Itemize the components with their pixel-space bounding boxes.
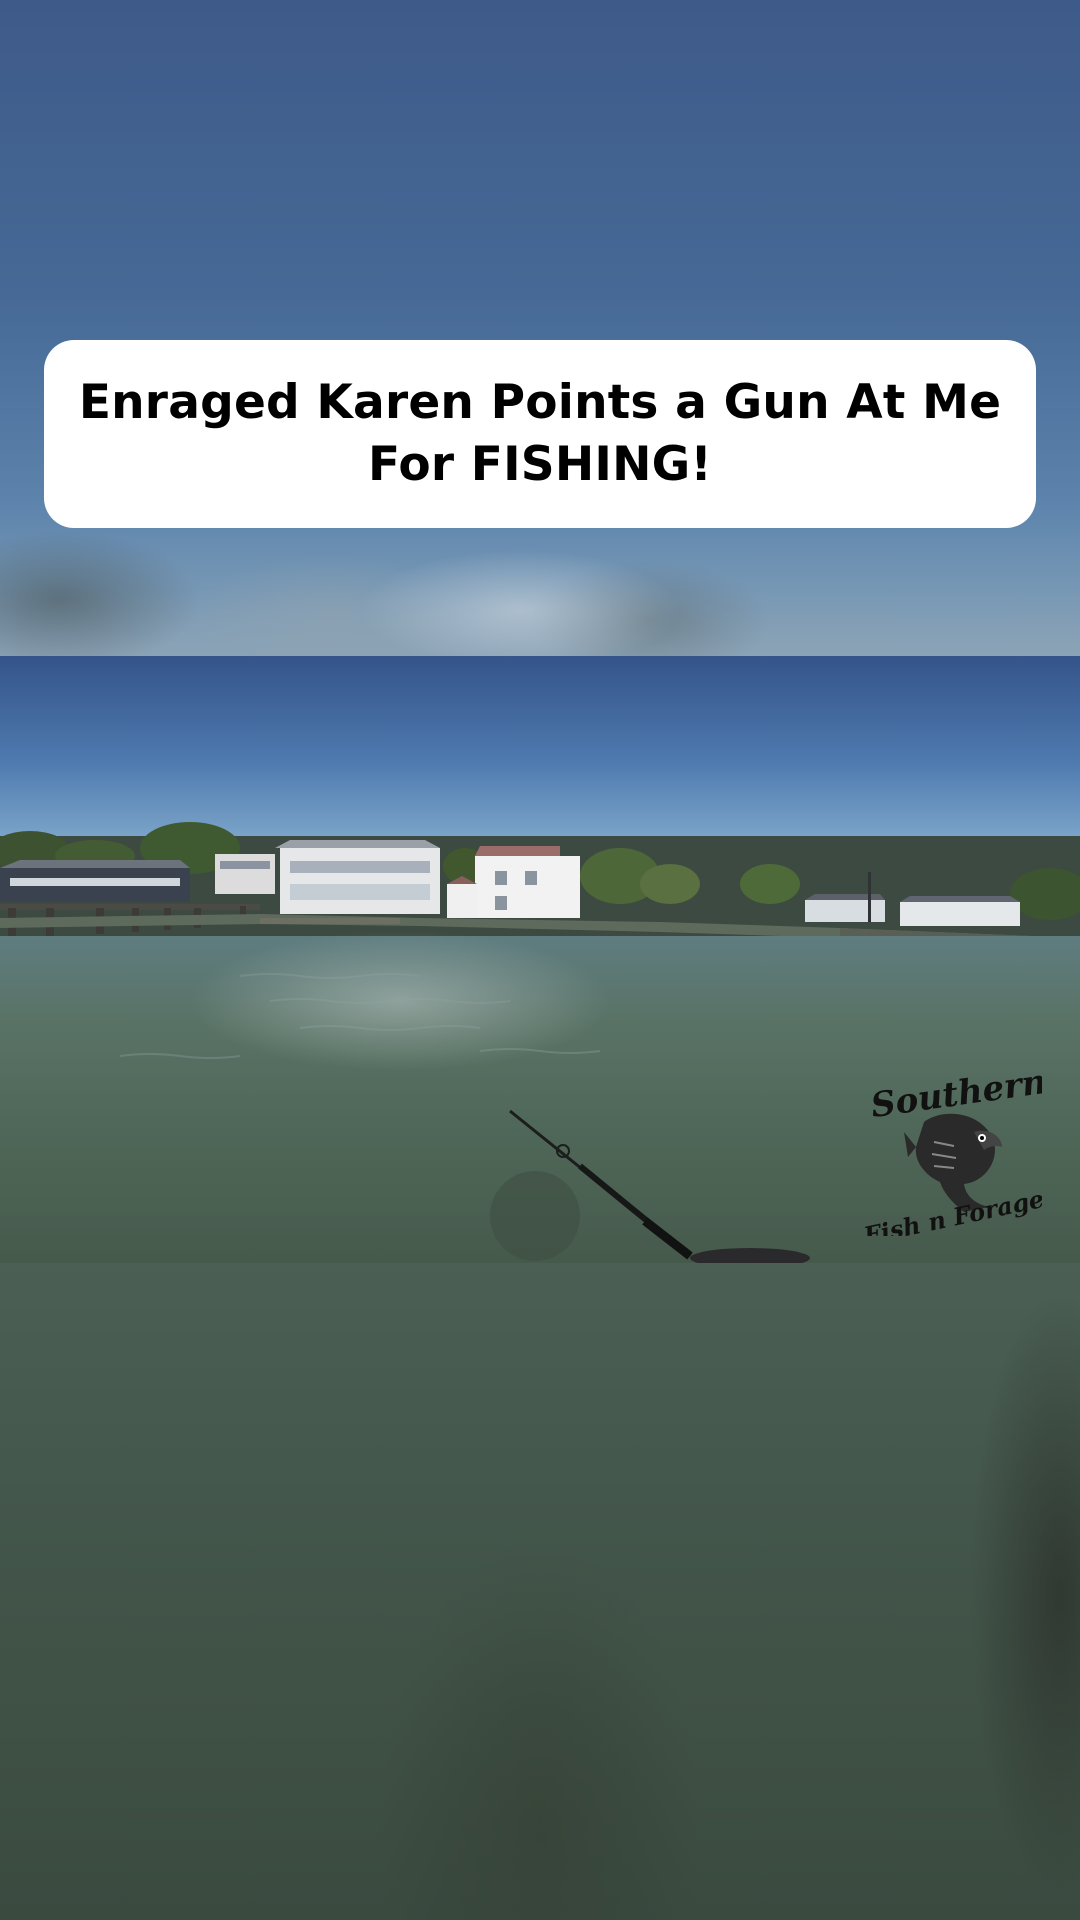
video-title-card: Enraged Karen Points a Gun At Me For FIS… [44, 340, 1036, 528]
blurred-water-shade [0, 1263, 1080, 1920]
channel-logo: Southern Fish n Forage [860, 1062, 1049, 1251]
video-title: Enraged Karen Points a Gun At Me For FIS… [79, 372, 1001, 496]
video-title-line2: For FISHING! [367, 437, 713, 492]
video-title-line1: Enraged Karen Points a Gun At Me [78, 375, 1002, 430]
video-frame[interactable]: Enraged Karen Points a Gun At Me For FIS… [0, 0, 1080, 1920]
blurred-shoreline-band [0, 520, 1080, 656]
sky [0, 656, 1080, 836]
